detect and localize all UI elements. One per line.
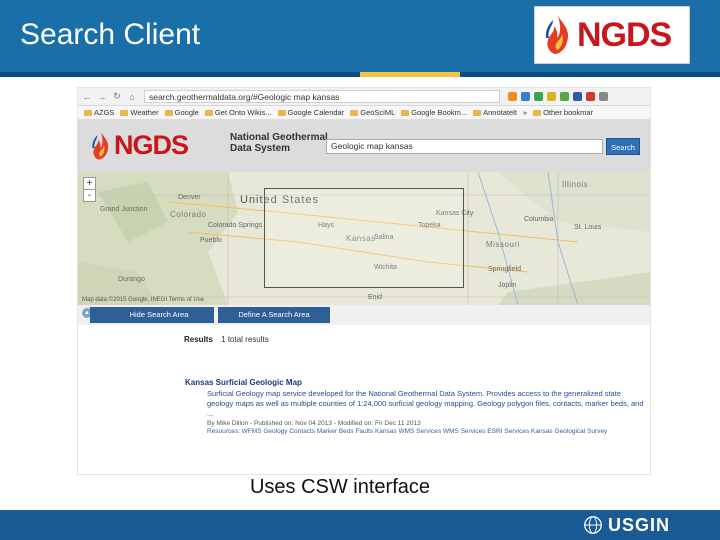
search-area-selection[interactable]	[264, 188, 464, 288]
hide-search-area-button[interactable]: Hide Search Area	[90, 307, 214, 323]
forward-arrow-icon[interactable]: →	[96, 92, 108, 102]
x-extension-icon[interactable]	[534, 92, 543, 101]
folder-icon	[473, 109, 482, 116]
flame-logo-icon	[92, 131, 109, 160]
bookmark-item[interactable]: GeoSciML	[350, 108, 395, 117]
bookmark-item[interactable]: Weather	[120, 108, 159, 117]
map-city-label: Denver	[178, 194, 201, 201]
usgin-logo-text: USGIN	[608, 514, 671, 535]
ngds-header-logo: NGDS	[534, 6, 690, 64]
search-client-screenshot: ← → ↻ ⌂ search.geothermaldata.org/#Geolo…	[77, 87, 651, 475]
search-area-controls: ▲ Hide Search Area Define A Search Area	[78, 305, 650, 325]
map-attribution: Map data ©2015 Google, INEGI Terms of Us…	[82, 297, 205, 303]
bookmark-item[interactable]: Google Calendar	[277, 108, 344, 117]
zoom-control: + -	[83, 177, 96, 202]
result-description: Surficial Geology map service developed …	[207, 389, 644, 418]
usgin-logo: USGIN	[582, 514, 670, 536]
search-map[interactable]: + - United States Colorado Kansas Missou…	[78, 172, 650, 305]
map-city-label: Pueblo	[200, 237, 222, 244]
slide-footer: USGIN	[0, 510, 720, 540]
map-state-label: Colorado	[170, 210, 207, 219]
bookmarks-overflow-chevron[interactable]: »	[523, 108, 527, 117]
flame-logo-icon	[545, 16, 569, 54]
bookmark-item[interactable]: Get Onto Wikis...	[204, 108, 272, 117]
results-count: 1 total results	[221, 335, 269, 344]
map-city-label: St. Louis	[574, 224, 602, 231]
address-bar[interactable]: search.geothermaldata.org/#Geologic map …	[144, 90, 500, 103]
app-logo-text: NGDS	[114, 130, 189, 160]
map-city-label: Grand Junction	[100, 206, 148, 213]
rss-extension-icon[interactable]	[508, 92, 517, 101]
folder-icon	[401, 109, 410, 116]
folder-icon	[84, 109, 92, 116]
search-input[interactable]: Geologic map kansas	[326, 139, 603, 154]
folder-icon	[204, 109, 213, 116]
subtitle-line: Data System	[230, 143, 291, 154]
other-bookmarks[interactable]: Other bookmar	[533, 108, 593, 117]
bookmark-item[interactable]: Google Bookm...	[401, 108, 467, 117]
accent-bar	[0, 72, 360, 77]
c-extension-icon[interactable]	[521, 92, 530, 101]
result-title[interactable]: Kansas Surficial Geologic Map	[185, 378, 645, 387]
map-city-label: Durango	[118, 276, 145, 283]
map-city-label: Colorado Springs	[208, 222, 263, 229]
result-meta: By Mike Dillon - Published on: Nov 04 20…	[207, 420, 421, 427]
app-subtitle: National Geothermal Data System	[230, 132, 330, 154]
back-arrow-icon[interactable]: ←	[81, 92, 93, 102]
subtitle-line: National Geothermal	[230, 132, 328, 143]
map-state-label: Illinois	[562, 180, 589, 189]
bookmark-item[interactable]: AZGS	[84, 108, 114, 117]
map-state-label: Missouri	[486, 240, 520, 249]
search-button[interactable]: Search	[606, 138, 640, 155]
browser-toolbar: ← → ↻ ⌂ search.geothermaldata.org/#Geolo…	[78, 88, 650, 106]
slide-title: Search Client	[20, 18, 201, 51]
result-resource-links[interactable]: Resources: WFMS Geology Contacts Marker …	[207, 428, 645, 435]
bookmarks-bar: AZGS Weather Google Get Onto Wikis... Go…	[78, 106, 650, 120]
blue-extension-icon[interactable]	[573, 92, 582, 101]
home-icon[interactable]: ⌂	[126, 92, 138, 102]
zoom-in-button[interactable]: +	[84, 178, 95, 190]
accent-bar-dark	[460, 72, 720, 77]
red-extension-icon[interactable]	[586, 92, 595, 101]
extension-icons	[508, 92, 608, 101]
slide-caption: Uses CSW interface	[249, 476, 431, 498]
bookmark-item[interactable]: Annotatelt	[473, 108, 517, 117]
bookmark-item[interactable]: Google	[164, 108, 199, 117]
reload-icon[interactable]: ↻	[111, 91, 123, 102]
result-item: Kansas Surficial Geologic Map Surficial …	[185, 378, 645, 435]
results-label: Results	[184, 335, 213, 344]
ngds-app-header: NGDS National Geothermal Data System Geo…	[78, 120, 650, 172]
map-city-label: Springfield	[488, 266, 522, 273]
results-summary: Results 1 total results	[184, 335, 269, 344]
globe-icon	[584, 516, 602, 534]
green-extension-icon[interactable]	[560, 92, 569, 101]
define-search-area-button[interactable]: Define A Search Area	[218, 307, 330, 323]
map-city-label: Joplin	[498, 282, 517, 289]
folder-icon	[120, 109, 129, 116]
folder-icon	[164, 109, 173, 116]
menu-icon[interactable]	[599, 92, 608, 101]
ngds-app-logo[interactable]: NGDS	[90, 130, 189, 161]
drive-extension-icon[interactable]	[547, 92, 556, 101]
slide-header: Search Client NGDS	[0, 0, 720, 72]
map-city-label: Enid	[368, 294, 383, 301]
map-city-label: Columbia	[524, 216, 554, 223]
folder-icon	[350, 109, 359, 116]
header-logo-text: NGDS	[577, 15, 672, 54]
folder-icon	[277, 109, 286, 116]
accent-bar-yellow	[360, 72, 460, 77]
folder-icon	[533, 109, 542, 116]
zoom-out-button[interactable]: -	[84, 190, 95, 201]
